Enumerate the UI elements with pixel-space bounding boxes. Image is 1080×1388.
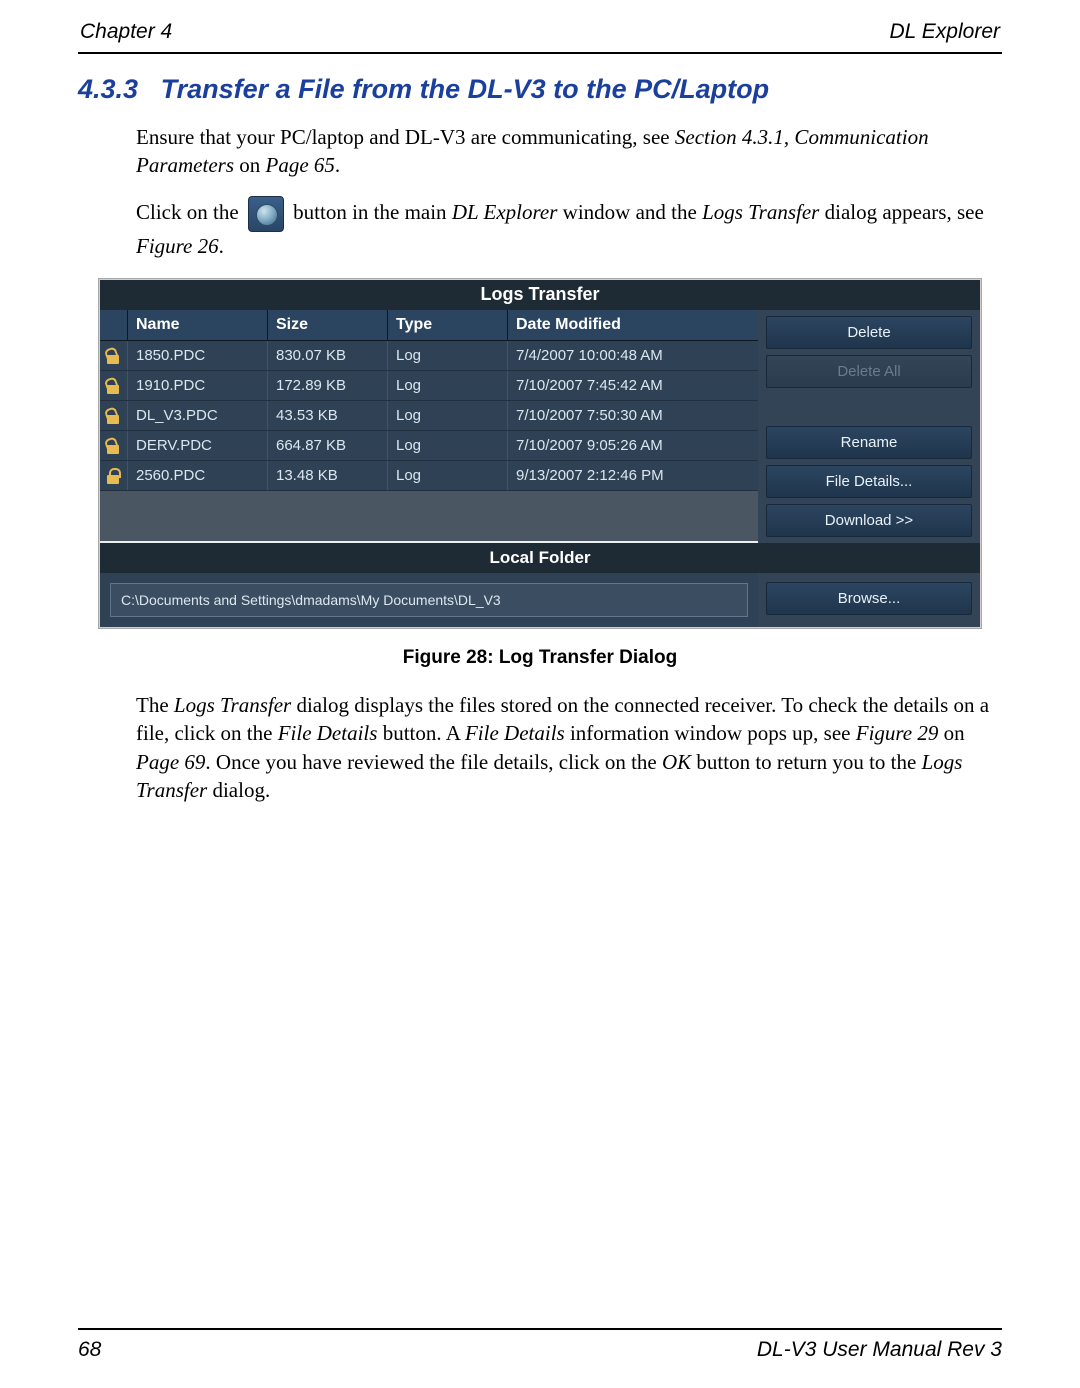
page-number: 68 (78, 1338, 101, 1362)
cell-type: Log (388, 461, 508, 490)
col-header-size[interactable]: Size (268, 310, 388, 340)
col-header-name[interactable]: Name (128, 310, 268, 340)
rename-button[interactable]: Rename (766, 426, 972, 459)
cell-type: Log (388, 431, 508, 460)
header-chapter: Chapter 4 (80, 20, 172, 44)
footer-rule (78, 1328, 1002, 1330)
file-details-button[interactable]: File Details... (766, 465, 972, 498)
section-number: 4.3.3 (78, 74, 138, 104)
cell-type: Log (388, 401, 508, 430)
lock-closed-icon (106, 468, 122, 484)
cell-type: Log (388, 371, 508, 400)
page-footer: 68 DL-V3 User Manual Rev 3 (78, 1328, 1002, 1362)
download-button[interactable]: Download >> (766, 504, 972, 537)
lock-open-icon (106, 378, 122, 394)
local-folder-title: Local Folder (100, 543, 980, 573)
table-row[interactable]: DERV.PDC664.87 KBLog7/10/2007 9:05:26 AM (100, 431, 758, 461)
cell-name: 1910.PDC (128, 371, 268, 400)
page-header: Chapter 4 DL Explorer (78, 20, 1002, 50)
lock-open-icon (106, 438, 122, 454)
cell-name: 1850.PDC (128, 341, 268, 370)
cell-date: 7/10/2007 7:50:30 AM (508, 401, 758, 430)
section-heading: 4.3.3 Transfer a File from the DL-V3 to … (78, 74, 1002, 105)
table-header: Name Size Type Date Modified (100, 310, 758, 341)
cell-size: 172.89 KB (268, 371, 388, 400)
col-header-date[interactable]: Date Modified (508, 310, 758, 340)
figure-caption: Figure 28: Log Transfer Dialog (78, 647, 1002, 669)
cell-date: 9/13/2007 2:12:46 PM (508, 461, 758, 490)
table-row[interactable]: 1910.PDC172.89 KBLog7/10/2007 7:45:42 AM (100, 371, 758, 401)
cell-size: 43.53 KB (268, 401, 388, 430)
side-button-panel: Delete Delete All Rename File Details...… (758, 310, 980, 543)
dialog-title-bar: Logs Transfer (100, 280, 980, 310)
log-transfer-icon (248, 196, 284, 232)
body-text: Ensure that your PC/laptop and DL-V3 are… (136, 123, 998, 260)
para-2: Click on the button in the main DL Explo… (136, 196, 998, 260)
local-folder-path[interactable]: C:\Documents and Settings\dmadams\My Doc… (110, 583, 748, 617)
lock-open-icon (106, 348, 122, 364)
cell-name: DL_V3.PDC (128, 401, 268, 430)
para-1: Ensure that your PC/laptop and DL-V3 are… (136, 123, 998, 180)
cell-size: 13.48 KB (268, 461, 388, 490)
table-row[interactable]: 1850.PDC830.07 KBLog7/4/2007 10:00:48 AM (100, 341, 758, 371)
browse-button[interactable]: Browse... (766, 582, 972, 615)
para-3: The Logs Transfer dialog displays the fi… (136, 691, 998, 804)
logs-transfer-dialog: Logs Transfer Name Size Type Date Modifi… (98, 278, 982, 629)
lock-open-icon (106, 408, 122, 424)
cell-date: 7/10/2007 7:45:42 AM (508, 371, 758, 400)
cell-name: DERV.PDC (128, 431, 268, 460)
cell-date: 7/4/2007 10:00:48 AM (508, 341, 758, 370)
table-row[interactable]: 2560.PDC13.48 KBLog9/13/2007 2:12:46 PM (100, 461, 758, 491)
section-title: Transfer a File from the DL-V3 to the PC… (161, 74, 770, 104)
delete-all-button[interactable]: Delete All (766, 355, 972, 388)
table-row[interactable]: DL_V3.PDC43.53 KBLog7/10/2007 7:50:30 AM (100, 401, 758, 431)
cell-size: 664.87 KB (268, 431, 388, 460)
cell-date: 7/10/2007 9:05:26 AM (508, 431, 758, 460)
header-product: DL Explorer (890, 20, 1001, 44)
cell-size: 830.07 KB (268, 341, 388, 370)
body-text-2: The Logs Transfer dialog displays the fi… (136, 691, 998, 804)
manual-title: DL-V3 User Manual Rev 3 (757, 1338, 1002, 1362)
header-rule (78, 52, 1002, 54)
delete-button[interactable]: Delete (766, 316, 972, 349)
cell-name: 2560.PDC (128, 461, 268, 490)
cell-type: Log (388, 341, 508, 370)
file-table: Name Size Type Date Modified 1850.PDC830… (100, 310, 758, 543)
col-header-type[interactable]: Type (388, 310, 508, 340)
